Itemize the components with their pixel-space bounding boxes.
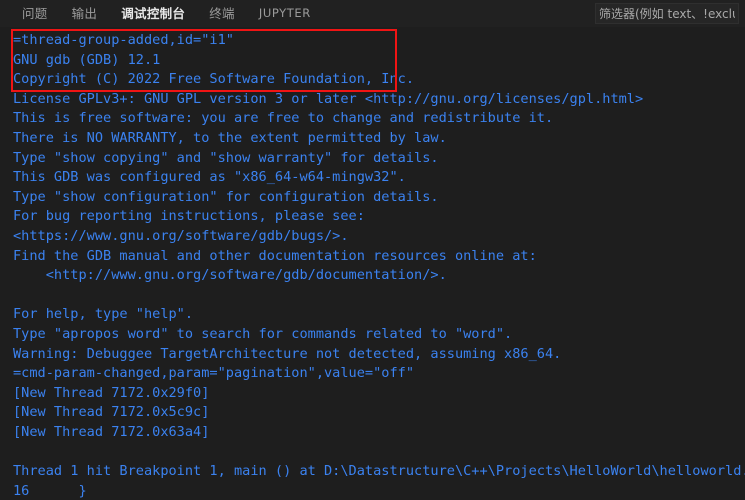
console-line-list: =thread-group-added,id="i1" GNU gdb (GDB)… [0, 31, 745, 500]
tab-1[interactable]: 输出 [60, 0, 110, 27]
console-line: Type "show copying" and "show warranty" … [13, 149, 439, 166]
tab-3[interactable]: 终端 [197, 0, 247, 27]
tab-2[interactable]: 调试控制台 [109, 0, 197, 27]
tab-label: JUPYTER [258, 6, 311, 20]
console-line: This GDB was configured as "x86_64-w64-m… [13, 169, 406, 186]
console-line: License GPLv3+: GNU GPL version 3 or lat… [13, 90, 644, 107]
tab-label: 终端 [209, 6, 235, 21]
tab-label: 问题 [22, 6, 48, 21]
tab-0[interactable]: 问题 [10, 0, 60, 27]
panel-tab-bar: 问题 输出 调试控制台 终端 JUPYTER [0, 0, 745, 27]
console-line: [New Thread 7172.0x5c9c] [13, 404, 210, 421]
filter-input[interactable] [596, 4, 738, 23]
tab-list: 问题 输出 调试控制台 终端 JUPYTER [10, 0, 323, 27]
console-line: Type "show configuration" for configurat… [13, 188, 439, 205]
console-line: For help, type "help". [13, 306, 194, 323]
console-line: This is free software: you are free to c… [13, 110, 554, 127]
debug-console-output[interactable]: =thread-group-added,id="i1" GNU gdb (GDB)… [0, 27, 745, 500]
console-line: There is NO WARRANTY, to the extent perm… [13, 129, 447, 146]
console-line: Warning: Debuggee TargetArchitecture not… [13, 345, 562, 362]
console-line: [New Thread 7172.0x63a4] [13, 423, 210, 440]
console-line: GNU gdb (GDB) 12.1 [13, 51, 161, 68]
console-line: <https://www.gnu.org/software/gdb/bugs/>… [13, 227, 349, 244]
filter-box[interactable] [595, 3, 739, 24]
console-line: =thread-group-added,id="i1" [13, 32, 234, 48]
tab-4[interactable]: JUPYTER [247, 0, 323, 27]
console-line: For bug reporting instructions, please s… [13, 208, 365, 225]
console-line: Thread 1 hit Breakpoint 1, main () at D:… [13, 463, 745, 480]
console-line: [New Thread 7172.0x29f0] [13, 384, 210, 401]
console-line: 16 } [13, 482, 87, 499]
tab-label: 输出 [71, 6, 98, 21]
console-line: Find the GDB manual and other documentat… [13, 247, 537, 264]
console-line: =cmd-param-changed,param="pagination",va… [13, 365, 415, 382]
console-line: Copyright (C) 2022 Free Software Foundat… [13, 71, 415, 88]
console-line: <http://www.gnu.org/software/gdb/documen… [13, 267, 447, 284]
console-line: Type "apropos word" to search for comman… [13, 325, 513, 342]
tab-label: 调试控制台 [121, 6, 186, 21]
